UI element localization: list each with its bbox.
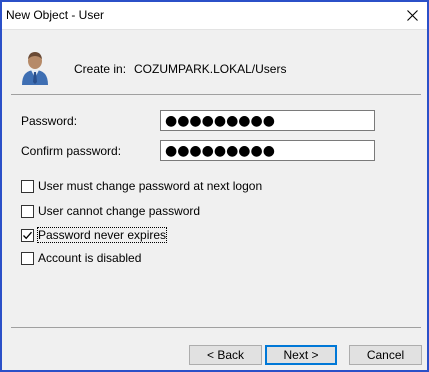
cannot-change-password-label: User cannot change password	[38, 204, 201, 218]
confirm-password-label: Confirm password:	[21, 144, 122, 158]
container-path: COZUMPARK.LOKAL/Users	[134, 62, 287, 76]
password-label: Password:	[21, 114, 78, 128]
close-button[interactable]	[397, 2, 427, 29]
create-in-label: Create in:	[74, 62, 127, 76]
password-field[interactable]	[160, 110, 375, 131]
cannot-change-password-checkbox[interactable]	[21, 204, 34, 218]
new-object-user-dialog: New Object - User Create in: COZUMPARK.L…	[0, 0, 429, 372]
close-icon	[406, 10, 418, 21]
confirm-password-field[interactable]	[160, 140, 375, 161]
user-icon	[22, 52, 48, 85]
must-change-password-checkbox[interactable]	[21, 179, 34, 193]
checkmark-icon	[23, 231, 32, 239]
must-change-password-option[interactable]: User must change password at next logon	[21, 178, 262, 194]
back-button[interactable]: < Back	[189, 345, 262, 365]
cannot-change-password-option[interactable]: User cannot change password	[21, 203, 200, 219]
password-never-expires-checkbox[interactable]	[21, 228, 34, 242]
next-button[interactable]: Next >	[265, 345, 337, 365]
footer-separator	[11, 327, 421, 328]
title-bar[interactable]: New Object - User	[2, 2, 427, 30]
account-disabled-option[interactable]: Account is disabled	[21, 250, 141, 266]
must-change-password-label: User must change password at next logon	[38, 179, 263, 193]
account-disabled-checkbox[interactable]	[21, 251, 34, 265]
cancel-button[interactable]: Cancel	[349, 345, 422, 365]
window-title: New Object - User	[6, 8, 105, 22]
account-disabled-label: Account is disabled	[38, 251, 142, 265]
password-never-expires-label: Password never expires	[36, 227, 168, 243]
header-separator	[11, 94, 421, 95]
password-never-expires-option[interactable]: Password never expires	[21, 227, 168, 243]
